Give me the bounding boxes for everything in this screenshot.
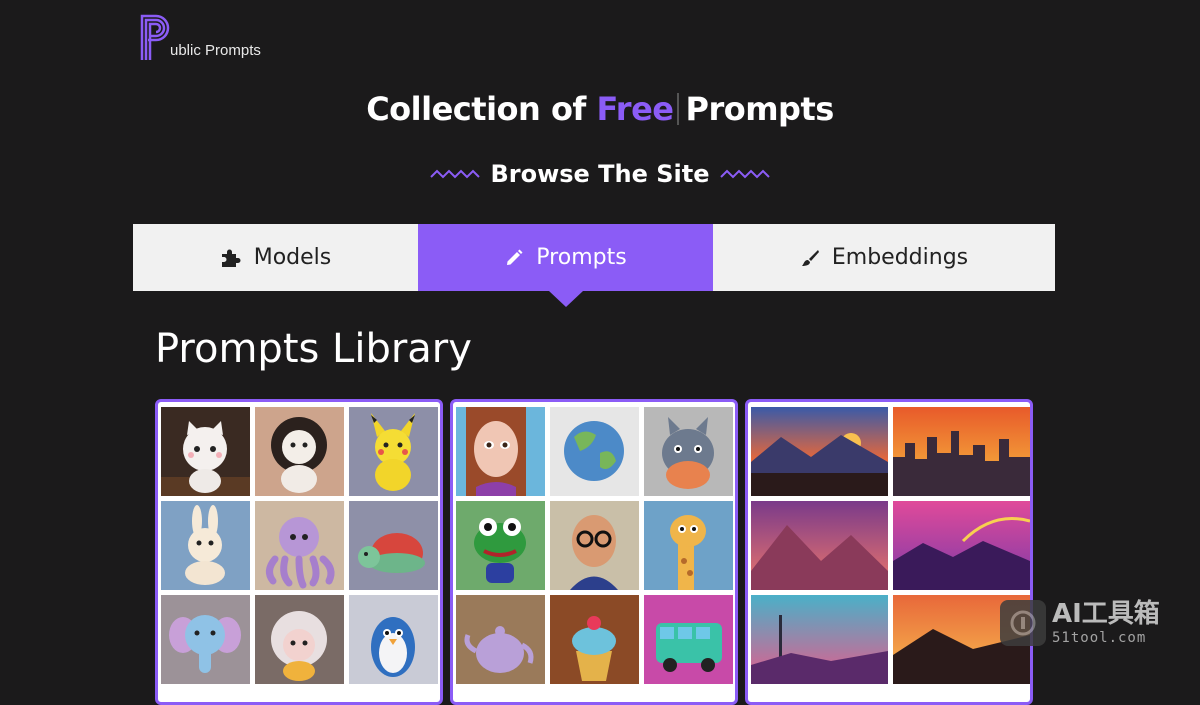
- puzzle-icon: [221, 249, 241, 267]
- thumbnail-grid: [161, 407, 438, 684]
- thumb-pink-mountains: [751, 501, 888, 590]
- watermark-logo-icon: [1000, 600, 1046, 646]
- thumb-frog: [456, 501, 545, 590]
- brush-icon: [801, 249, 819, 266]
- thumb-turtle: [349, 501, 438, 590]
- prompt-card-sunsets[interactable]: [745, 399, 1033, 705]
- tab-embeddings-label: Embeddings: [831, 245, 969, 270]
- thumbnail-grid: [751, 407, 1030, 684]
- thumb-globe: [550, 407, 639, 496]
- thumb-giraffe: [644, 501, 733, 590]
- thumb-city-sunset: [893, 407, 1030, 496]
- thumb-penguin: [349, 595, 438, 684]
- logo-text: ublic Prompts: [170, 42, 261, 59]
- typing-cursor: [677, 93, 680, 125]
- thumb-purple-rainbow: [893, 501, 1030, 590]
- page-headline: Collection of Free Prompts: [0, 90, 1200, 128]
- thumbnail-grid: [456, 407, 733, 684]
- tab-models[interactable]: Models: [133, 224, 418, 291]
- wave-left-icon: [430, 169, 481, 179]
- tab-models-label: Models: [253, 245, 332, 270]
- active-tab-indicator: [548, 291, 583, 307]
- tab-prompts[interactable]: Prompts: [418, 224, 713, 307]
- watermark-title: AI工具箱: [1052, 599, 1160, 629]
- watermark-sub: 51tool.com: [1052, 630, 1147, 646]
- tab-embeddings[interactable]: Embeddings: [713, 224, 1055, 291]
- prompt-card-plush[interactable]: [155, 399, 443, 705]
- thumb-bus: [644, 595, 733, 684]
- site-logo[interactable]: ublic Prompts: [138, 12, 261, 62]
- browse-label: Browse The Site: [490, 160, 710, 188]
- thumb-girl: [456, 407, 545, 496]
- browse-heading: Browse The Site: [0, 160, 1200, 188]
- headline-highlight: Free: [596, 90, 674, 128]
- prompt-card-clay[interactable]: [450, 399, 738, 705]
- section-tabs: Models Prompts Embeddings: [133, 224, 1055, 307]
- thumb-teapot: [456, 595, 545, 684]
- thumb-man-glasses: [550, 501, 639, 590]
- tab-prompts-label: Prompts: [536, 245, 627, 270]
- thumb-lion: [255, 407, 344, 496]
- headline-end: Prompts: [685, 90, 834, 128]
- thumb-kitten: [161, 407, 250, 496]
- thumb-elephant: [161, 595, 250, 684]
- pencil-icon: [507, 249, 523, 265]
- logo-p-icon: [140, 14, 170, 60]
- watermark: AI工具箱 51tool.com: [1000, 600, 1160, 646]
- thumb-totoro: [644, 407, 733, 496]
- thumb-octopus: [255, 501, 344, 590]
- thumb-bunny: [161, 501, 250, 590]
- thumb-cupcake: [550, 595, 639, 684]
- thumb-tower-sunset: [751, 595, 888, 684]
- library-title: Prompts Library: [155, 326, 472, 372]
- wave-right-icon: [719, 169, 770, 179]
- thumb-mountain-sunset: [751, 407, 888, 496]
- headline-start: Collection of: [366, 90, 586, 128]
- thumb-pikachu: [349, 407, 438, 496]
- thumb-hedgehog: [255, 595, 344, 684]
